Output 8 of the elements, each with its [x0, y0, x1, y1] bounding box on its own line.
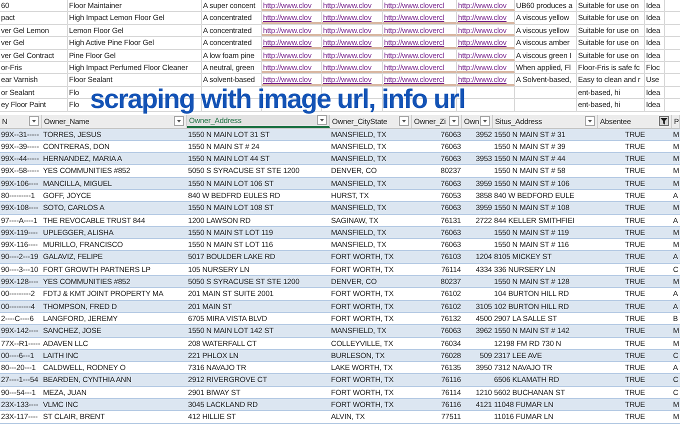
- dropdown-icon[interactable]: [29, 116, 39, 126]
- filter-icon[interactable]: [659, 116, 669, 126]
- dropdown-icon[interactable]: [585, 116, 595, 126]
- dropdown-icon[interactable]: [449, 116, 459, 126]
- dropdown-icon[interactable]: [317, 115, 327, 126]
- dropdown-icon[interactable]: [174, 116, 184, 126]
- dropdown-icon[interactable]: [480, 116, 490, 126]
- dropdown-icon[interactable]: [399, 116, 409, 126]
